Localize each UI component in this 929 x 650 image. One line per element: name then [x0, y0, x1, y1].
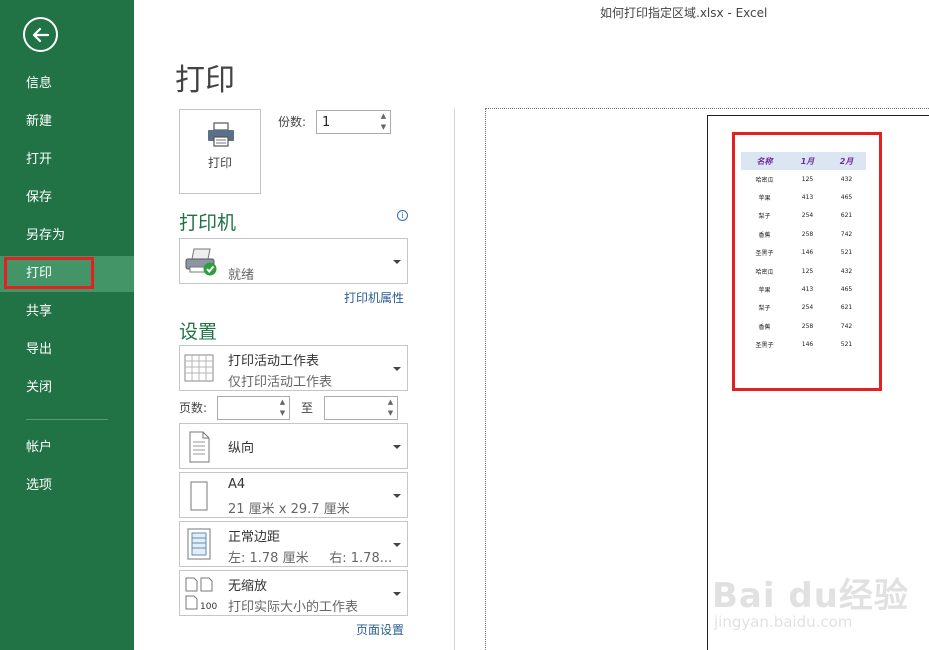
nav-item-open[interactable]: 打开 [0, 142, 134, 178]
pages-label: 页数: [179, 401, 208, 415]
printer-heading: 打印机 [179, 212, 237, 234]
annotation-highlight-print [4, 257, 94, 289]
nav-item-share[interactable]: 共享 [0, 294, 134, 330]
scaling-subtitle: 打印实际大小的工作表 [228, 600, 359, 615]
scaling-title: 无缩放 [228, 579, 268, 594]
pages-to-label: 至 [301, 401, 314, 415]
orientation-selector[interactable]: 纵向 [179, 423, 408, 469]
watermark-url: jingyan.baidu.com [714, 613, 853, 631]
paper-size-selector[interactable]: A4 21 厘米 x 29.7 厘米 [179, 472, 408, 518]
nav-item-info[interactable]: 信息 [0, 66, 134, 102]
nav-item-save[interactable]: 保存 [0, 180, 134, 216]
orientation-title: 纵向 [228, 441, 255, 456]
chevron-down-icon [393, 494, 401, 498]
decrement-arrow-icon[interactable]: ▼ [384, 408, 397, 419]
sheet-grid-icon [184, 354, 214, 382]
copies-value: 1 [322, 115, 331, 130]
nav-item-new[interactable]: 新建 [0, 104, 134, 140]
decrement-arrow-icon[interactable]: ▼ [377, 122, 390, 133]
page-title: 打印 [175, 63, 235, 98]
margins-icon [187, 528, 211, 560]
chevron-down-icon [393, 260, 401, 264]
margins-subtitle: 左: 1.78 厘米 右: 1.78... [228, 551, 393, 566]
page-from-stepper[interactable]: ▲ ▼ [217, 396, 290, 420]
panel-divider [454, 108, 455, 650]
copies-label: 份数: [278, 115, 307, 129]
portrait-page-icon [189, 431, 210, 463]
page-setup-link[interactable]: 页面设置 [356, 621, 404, 638]
margins-title: 正常边距 [228, 530, 281, 545]
back-arrow-icon[interactable] [23, 17, 58, 52]
no-scaling-icon: 100 [185, 577, 217, 612]
page-to-stepper[interactable]: ▲ ▼ [324, 396, 398, 420]
nav-item-save-as[interactable]: 另存为 [0, 218, 134, 254]
chevron-down-icon [393, 592, 401, 596]
window-title: 如何打印指定区域.xlsx - Excel [600, 6, 768, 20]
chevron-down-icon [393, 367, 401, 371]
printer-icon [208, 122, 234, 147]
annotation-highlight-print-area [732, 132, 882, 391]
nav-item-close[interactable]: 关闭 [0, 370, 134, 406]
nav-item-options[interactable]: 选项 [0, 468, 134, 504]
nav-item-export[interactable]: 导出 [0, 332, 134, 368]
print-button[interactable]: 打印 [179, 109, 261, 194]
printer-status: 就绪 [228, 268, 255, 283]
settings-heading: 设置 [179, 321, 218, 343]
increment-arrow-icon[interactable]: ▲ [384, 397, 397, 408]
chevron-down-icon [393, 543, 401, 547]
print-what-selector[interactable]: 打印活动工作表 仅打印活动工作表 [179, 345, 408, 391]
svg-text:100: 100 [200, 602, 217, 612]
printer-ready-icon [185, 248, 217, 276]
backstage-sidebar: 信息 新建 打开 保存 另存为 打印 共享 导出 关闭 帐户 选项 [0, 0, 134, 650]
printer-properties-link[interactable]: 打印机属性 [344, 289, 404, 306]
increment-arrow-icon[interactable]: ▲ [377, 111, 390, 122]
nav-item-account[interactable]: 帐户 [0, 430, 134, 466]
print-what-subtitle: 仅打印活动工作表 [228, 375, 333, 390]
watermark-brand: Bai du经验 [712, 576, 909, 616]
printer-selector[interactable]: 就绪 [179, 238, 408, 284]
print-what-title: 打印活动工作表 [228, 354, 320, 369]
margins-selector[interactable]: 正常边距 左: 1.78 厘米 右: 1.78... [179, 521, 408, 567]
copies-stepper[interactable]: 1 ▲ ▼ [316, 110, 391, 134]
nav-divider [26, 419, 108, 420]
print-button-label: 打印 [207, 156, 232, 170]
decrement-arrow-icon[interactable]: ▼ [276, 408, 289, 419]
paper-size-title: A4 [228, 477, 246, 492]
chevron-down-icon [393, 445, 401, 449]
increment-arrow-icon[interactable]: ▲ [276, 397, 289, 408]
paper-size-subtitle: 21 厘米 x 29.7 厘米 [228, 502, 350, 517]
info-icon[interactable]: i [397, 210, 408, 221]
paper-size-icon [190, 481, 208, 511]
baidu-jingyan-watermark: Bai du经验 jingyan.baidu.com [712, 568, 912, 638]
scaling-selector[interactable]: 100 无缩放 打印实际大小的工作表 [179, 570, 408, 616]
